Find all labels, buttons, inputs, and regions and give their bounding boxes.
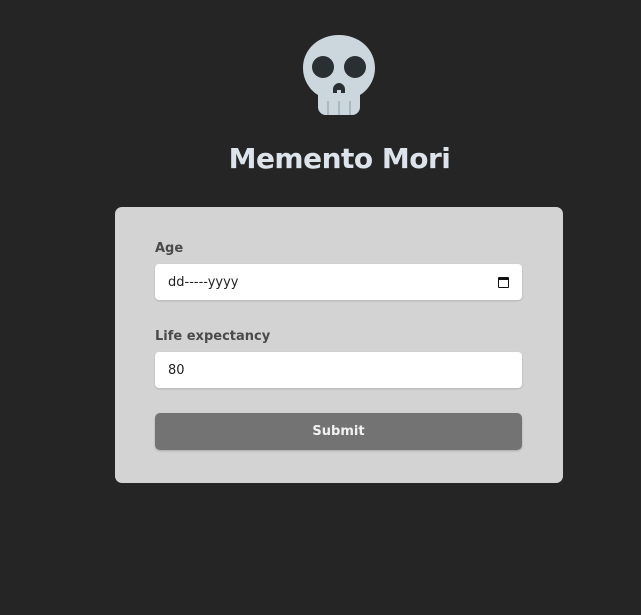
age-date-placeholder: dd-----yyyy [168,274,239,290]
age-label: Age [155,241,184,256]
life-expectancy-input[interactable]: 80 [155,352,522,388]
calendar-icon[interactable] [498,276,509,288]
age-date-input[interactable]: dd-----yyyy [155,264,522,300]
page: Memento Mori Age dd-----yyyy Life expect… [0,0,641,615]
form-card: Age dd-----yyyy Life expectancy 80 Submi… [115,207,563,483]
life-expectancy-label: Life expectancy [155,329,271,344]
life-expectancy-value: 80 [168,362,185,378]
page-title: Memento Mori [228,142,451,175]
submit-button[interactable]: Submit [155,413,522,450]
skull-icon [303,35,375,115]
